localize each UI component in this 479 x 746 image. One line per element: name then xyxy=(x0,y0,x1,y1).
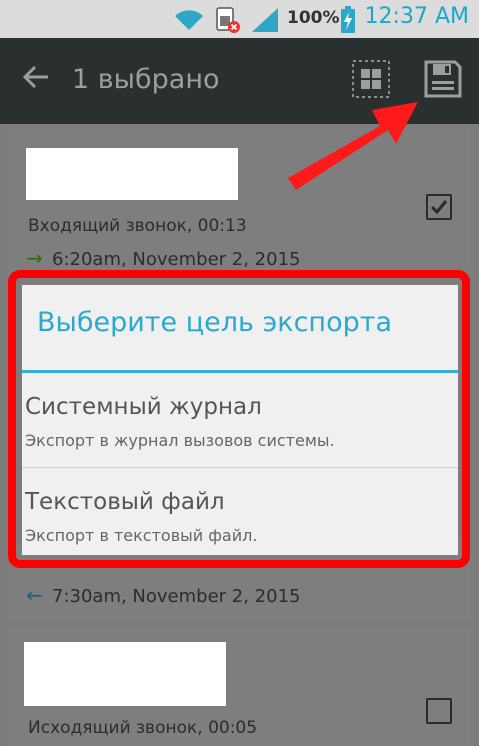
outgoing-arrow-icon: ← xyxy=(26,583,43,607)
item-checkbox[interactable] xyxy=(426,698,452,724)
incoming-arrow-icon: → xyxy=(26,246,43,270)
back-arrow-icon[interactable] xyxy=(22,63,50,91)
call-type: Входящий звонок, 00:13 xyxy=(28,216,247,236)
battery-percent: 100% xyxy=(287,8,340,28)
signal-icon xyxy=(252,8,278,32)
call-date: 6:20am, November 2, 2015 xyxy=(52,249,301,270)
call-type: Исходящий звонок, 00:05 xyxy=(28,718,258,738)
call-date: 7:30am, November 2, 2015 xyxy=(52,586,301,607)
sim-error-icon xyxy=(216,7,240,33)
status-bar: 100% 12:37 AM xyxy=(0,0,479,38)
wifi-icon xyxy=(175,10,203,30)
battery-charging-icon xyxy=(341,6,355,33)
highlight-box xyxy=(8,270,470,568)
contact-name-redacted xyxy=(24,642,226,706)
clock: 12:37 AM xyxy=(364,4,469,29)
annotation-arrow-icon xyxy=(288,102,418,190)
list-item[interactable]: Исходящий звонок, 00:05 xyxy=(8,628,471,746)
checkmark-icon xyxy=(430,200,448,215)
contact-name-redacted xyxy=(26,148,238,200)
selection-title: 1 выбрано xyxy=(72,64,220,95)
